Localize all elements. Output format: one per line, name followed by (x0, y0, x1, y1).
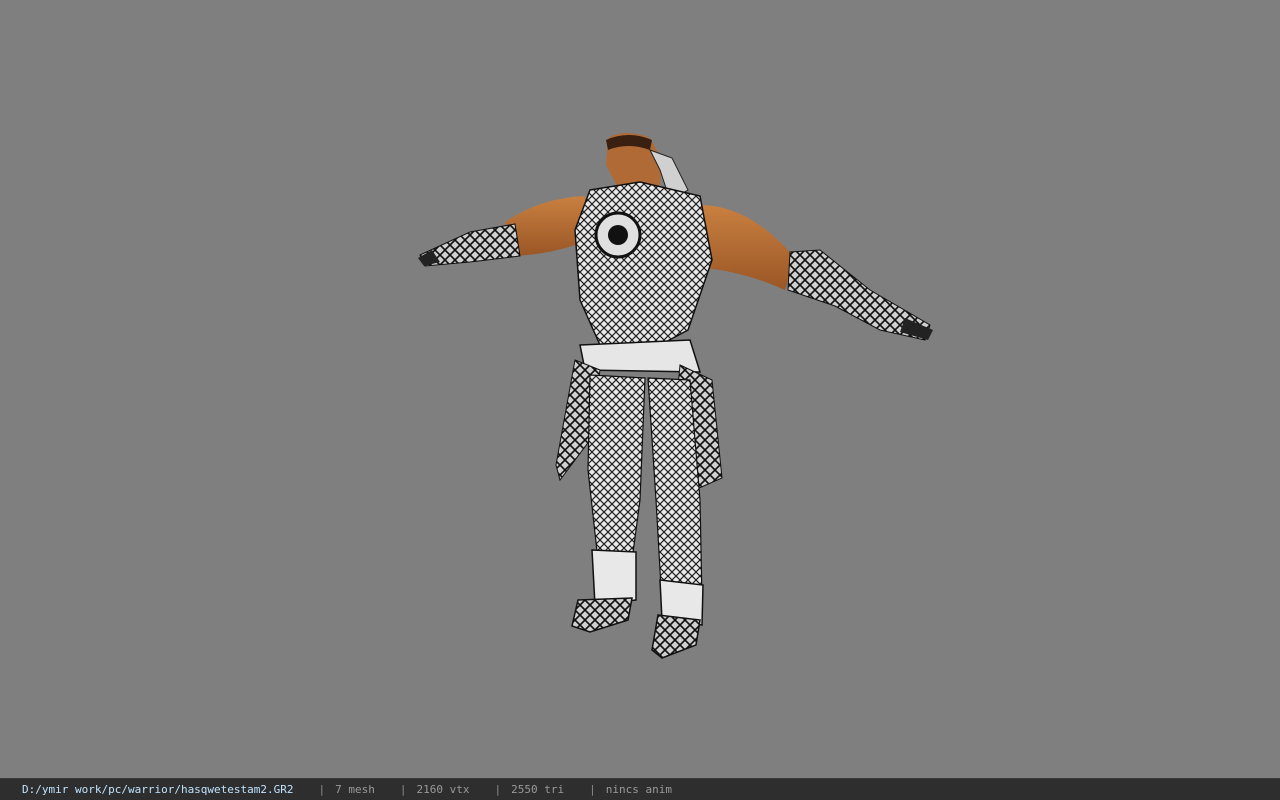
separator: | (399, 783, 407, 796)
mesh-count: 7 mesh (335, 783, 375, 796)
3d-viewport[interactable] (0, 0, 1280, 778)
legs-armor (587, 374, 704, 626)
separator: | (589, 783, 596, 796)
right-arm (700, 205, 933, 341)
left-arm (418, 196, 590, 267)
animation-status: nincs anim (605, 783, 672, 796)
separator: | (494, 783, 502, 796)
triangle-count: 2550 tri (511, 783, 565, 796)
vertex-count: 2160 vtx (416, 783, 470, 796)
separator: | (318, 783, 326, 796)
file-path: D:/ymir work/pc/warrior/hasqwetestam2.GR… (22, 783, 294, 796)
warrior-model (418, 133, 933, 659)
status-bar: D:/ymir work/pc/warrior/hasqwetestam2.GR… (0, 778, 1280, 800)
torso-armor (574, 181, 713, 373)
